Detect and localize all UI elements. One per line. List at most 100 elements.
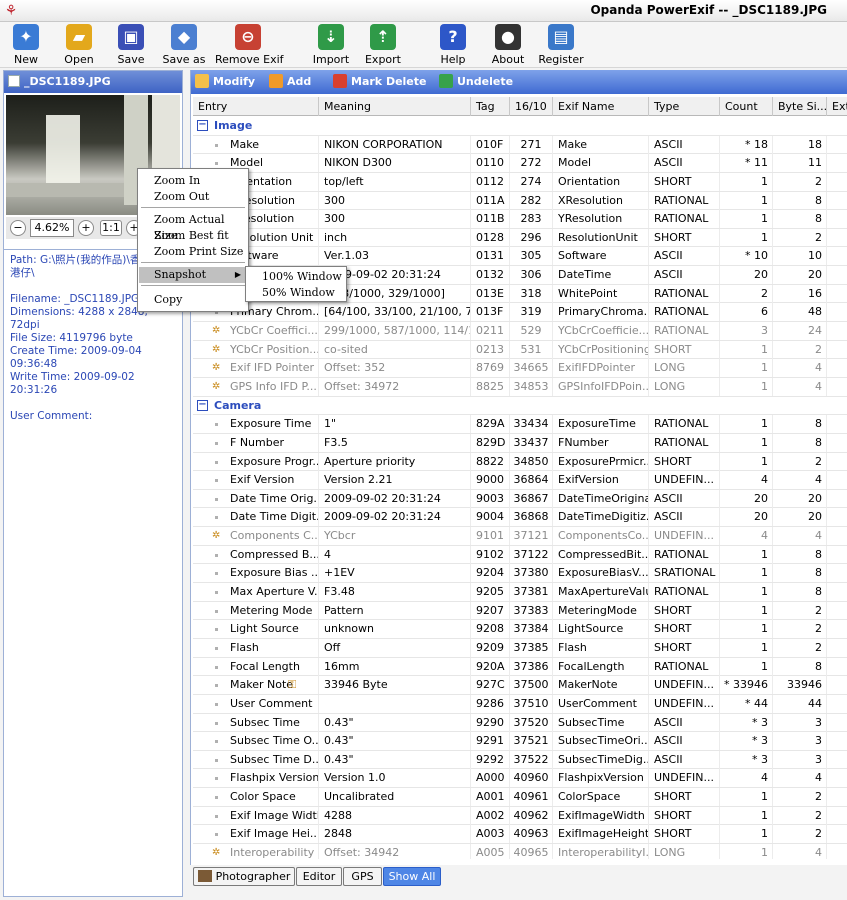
type-cell: UNDEFIN... xyxy=(649,527,720,546)
tab-photographer[interactable]: Photographer xyxy=(193,867,295,886)
menu-item-snapshot[interactable]: Snapshot ▶ xyxy=(139,267,247,283)
table-row[interactable]: Date Time Digit... 2009-09-02 20:31:24 900… xyxy=(193,508,847,528)
column-header-byte-si[interactable]: Byte Si... xyxy=(773,97,827,116)
menu-item-zoom-in[interactable]: Zoom In xyxy=(139,173,247,189)
table-row[interactable]: Exposure Bias ... +1EV 9204 37380 ExposureBi… xyxy=(193,564,847,584)
zoom-actual-size-button[interactable]: 1:1 xyxy=(100,220,122,236)
table-row[interactable]: Max Aperture V... F3.48 9205 37381 MaxApertu… xyxy=(193,583,847,602)
menu-item-100-window[interactable]: 100% Window xyxy=(247,269,345,285)
tab-editor[interactable]: Editor xyxy=(296,867,342,886)
column-header-tag[interactable]: Tag xyxy=(471,97,510,116)
table-row[interactable]: Focal Length 16mm 920A 37386 FocalLength RATI… xyxy=(193,657,847,677)
register-button[interactable]: ▤ Register xyxy=(538,24,584,66)
tag-cell: 0131 xyxy=(471,247,510,266)
save-as-button[interactable]: ◆ Save as xyxy=(162,24,206,66)
tag-cell: A000 xyxy=(471,769,510,788)
new-button[interactable]: ✦ New xyxy=(10,24,42,66)
entry-cell: Exif Image Width xyxy=(193,806,319,825)
menu-item-zoom-actual-size[interactable]: Zoom Actual Size xyxy=(139,212,247,242)
table-row[interactable]: Resolution Unit inch 0128 296 ResolutionUnit… xyxy=(193,228,847,248)
import-button[interactable]: ⇣ Import xyxy=(311,24,351,66)
table-row[interactable]: Exif Image Width 4288 A002 40962 ExifImageWi… xyxy=(193,806,847,826)
entry-label: Exif Version xyxy=(230,473,295,487)
section-row-image[interactable]: − Image xyxy=(193,117,847,136)
collapse-toggle-icon[interactable]: − xyxy=(197,399,208,411)
table-row[interactable]: Metering Mode Pattern 9207 37383 MeteringMod… xyxy=(193,601,847,621)
zoom-out-icon[interactable]: − xyxy=(10,220,26,236)
save-button[interactable]: ▣ Save xyxy=(114,24,148,66)
table-row[interactable]: Exposure Time 1" 829A 33434 ExposureTime RATI… xyxy=(193,415,847,434)
exif-grid: − Image Make NIKON CORPORATION 010F 271 Make AS… xyxy=(193,117,847,859)
column-header-ext[interactable]: Ext xyxy=(827,97,847,116)
table-row[interactable]: ✲ GPS Info IFD P... Offset: 34972 8825 34853… xyxy=(193,377,847,397)
menu-item-zoom-print-size[interactable]: Zoom Print Size xyxy=(139,244,247,260)
menu-item-50-window[interactable]: 50% Window xyxy=(247,285,345,301)
table-row[interactable]: Exposure Progr... Aperture priority 8822 34… xyxy=(193,452,847,472)
table-row[interactable]: User Comment 9286 37510 UserComment UNDEFIN.… xyxy=(193,694,847,714)
table-row[interactable]: Make NIKON CORPORATION 010F 271 Make ASCII * 1… xyxy=(193,135,847,155)
menu-item-zoom-best-fit[interactable]: Zoom Best fit xyxy=(139,228,247,244)
table-row[interactable]: ✲ YCbCr Position... co-sited 0213 531 YCbCrPo… xyxy=(193,340,847,360)
table-row[interactable]: Orientation top/left 0112 274 Orientation SHO… xyxy=(193,172,847,192)
column-header-exif-name[interactable]: Exif Name xyxy=(553,97,649,116)
column-header-meaning[interactable]: Meaning xyxy=(319,97,471,116)
table-row[interactable]: Compressed B... 4 9102 37122 CompressedBit..… xyxy=(193,545,847,565)
type-cell: SHORT xyxy=(649,638,720,657)
table-row[interactable]: Light Source unknown 9208 37384 LightSource S… xyxy=(193,620,847,639)
open-button[interactable]: ▰ Open xyxy=(62,24,96,66)
table-row[interactable]: Subsec Time 0.43" 9290 37520 SubsecTime ASCII… xyxy=(193,713,847,733)
entry-cell: Flashpix Version xyxy=(193,769,319,788)
table-row[interactable]: XResolution 300 011A 282 XResolution RATIONAL… xyxy=(193,191,847,211)
table-row[interactable]: Exif Image Hei... 2848 A003 40963 ExifImageH… xyxy=(193,825,847,844)
bullet-icon xyxy=(215,833,218,837)
table-row[interactable]: ✲ Components C... YCbcr 9101 37121 Components… xyxy=(193,527,847,546)
zoom-in-icon[interactable]: + xyxy=(78,220,94,236)
column-header-type[interactable]: Type xyxy=(649,97,720,116)
about-button[interactable]: ● About xyxy=(490,24,526,66)
modify-button[interactable]: Modify xyxy=(195,74,255,90)
column-header-16-10[interactable]: 16/10 xyxy=(510,97,553,116)
table-row[interactable]: YResolution 300 011B 283 YResolution RATIONAL… xyxy=(193,210,847,229)
table-row[interactable]: Primary Chrom... [64/100, 33/100, 21/100,… xyxy=(193,303,847,323)
remove-exif-button[interactable]: ⊖ Remove Exif xyxy=(215,24,284,66)
table-row[interactable]: Flash Off 9209 37385 Flash SHORT 1 2 xyxy=(193,638,847,658)
zoom-level-field[interactable]: 4.62% xyxy=(30,219,74,237)
dec-cell: 34665 xyxy=(510,359,553,378)
menu-item-copy[interactable]: Copy xyxy=(139,292,247,308)
undelete-button[interactable]: Undelete xyxy=(439,74,513,90)
new-file-icon: ✦ xyxy=(13,24,39,50)
table-row[interactable]: Color Space Uncalibrated A001 40961 ColorSpa… xyxy=(193,788,847,807)
table-row[interactable]: Flashpix Version Version 1.0 A000 40960 Flas… xyxy=(193,769,847,789)
help-button[interactable]: ? Help xyxy=(438,24,468,66)
meaning-cell: NIKON D300 xyxy=(319,154,471,173)
table-row[interactable]: F Number F3.5 829D 33437 FNumber RATIONAL 1 8 xyxy=(193,433,847,453)
tab-show-all[interactable]: Show All xyxy=(383,867,441,886)
table-row[interactable]: Software Ver.1.03 0131 305 Software ASCII * 10… xyxy=(193,247,847,267)
meaning-cell: F3.48 xyxy=(319,583,471,602)
menu-item-zoom-out[interactable]: Zoom Out xyxy=(139,189,247,205)
table-row[interactable]: Subsec Time D... 0.43" 9292 37522 SubsecTime… xyxy=(193,750,847,770)
table-row[interactable]: Date Time Orig... 2009-09-02 20:31:24 9003… xyxy=(193,489,847,509)
collapse-toggle-icon[interactable]: − xyxy=(197,120,208,131)
menu-separator xyxy=(141,262,245,263)
bytes-cell: 3 xyxy=(773,732,827,751)
mark-delete-button[interactable]: Mark Delete xyxy=(333,74,426,90)
table-row[interactable]: Subsec Time O... 0.43" 9291 37521 SubsecTime… xyxy=(193,732,847,751)
entry-cell: Color Space xyxy=(193,788,319,807)
export-button[interactable]: ⇡ Export xyxy=(364,24,402,66)
name-cell: PrimaryChroma... xyxy=(553,303,649,322)
bullet-icon xyxy=(215,646,218,650)
column-header-entry[interactable]: Entry xyxy=(193,97,319,116)
table-row[interactable]: Exif Version Version 2.21 9000 36864 ExifVer… xyxy=(193,471,847,490)
column-header-count[interactable]: Count xyxy=(720,97,773,116)
tab-gps[interactable]: GPS xyxy=(343,867,382,886)
table-row[interactable]: Maker Note ⚿ 33946 Byte 927C 37500 MakerNote U… xyxy=(193,676,847,695)
table-row[interactable]: ✲ YCbCr Coeffici... 299/1000, 587/1000, 11… xyxy=(193,322,847,341)
add-button[interactable]: Add xyxy=(269,74,311,90)
table-row[interactable]: ✲ Interoperability ... Offset: 34942 A005 40… xyxy=(193,843,847,859)
section-row-camera[interactable]: − Camera xyxy=(193,396,847,416)
open-label: Open xyxy=(64,53,94,66)
table-row[interactable]: ✲ Exif IFD Pointer Offset: 352 8769 34665 Exi… xyxy=(193,359,847,378)
open-folder-icon: ▰ xyxy=(66,24,92,50)
table-row[interactable]: Model NIKON D300 0110 272 Model ASCII * 11 11 xyxy=(193,154,847,173)
